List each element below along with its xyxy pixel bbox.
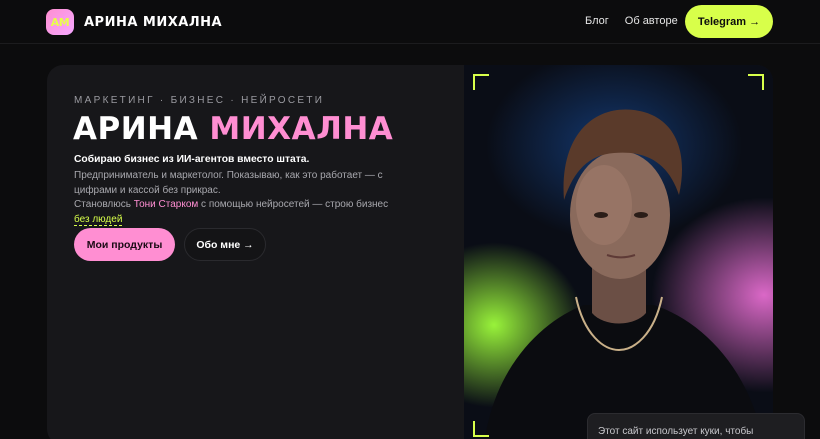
site-header: АМ АРИНА МИХАЛНА Блог Об авторе Telegram… bbox=[0, 0, 820, 44]
hero-desc-line2-mid: с помощью нейросетей — строю бизнес bbox=[198, 199, 389, 210]
hero-lead: Собираю бизнес из ИИ-агентов вместо штат… bbox=[74, 154, 310, 165]
frame-corner-bottom-left bbox=[473, 421, 489, 437]
hero-card: МАРКЕТИНГ · БИЗНЕС · НЕЙРОСЕТИ АРИНА МИХ… bbox=[47, 65, 773, 439]
nav-link-about-author[interactable]: Об авторе bbox=[625, 15, 678, 27]
hero-description: Предприниматель и маркетолог. Показываю,… bbox=[74, 169, 394, 227]
author-photo bbox=[464, 65, 773, 439]
logo-text: АРИНА МИХАЛНА bbox=[84, 14, 223, 30]
about-me-button[interactable]: Обо мне → bbox=[184, 228, 266, 261]
telegram-button[interactable]: Telegram → bbox=[685, 5, 773, 38]
logo-badge-icon: АМ bbox=[46, 9, 74, 35]
page: АМ АРИНА МИХАЛНА Блог Об авторе Telegram… bbox=[0, 0, 820, 439]
hero-desc-line2-pre: Становлюсь bbox=[74, 199, 134, 210]
nav-link-blog[interactable]: Блог bbox=[585, 15, 609, 27]
logo[interactable]: АМ АРИНА МИХАЛНА bbox=[46, 9, 222, 35]
frame-corner-top-left bbox=[473, 74, 489, 90]
cookie-text: Этот сайт использует куки, чтобы bbox=[598, 426, 754, 437]
main-nav: Блог Об авторе bbox=[585, 15, 678, 27]
cookie-banner[interactable]: Этот сайт использует куки, чтобы bbox=[587, 413, 805, 439]
without-people-link[interactable]: без людей bbox=[74, 213, 123, 226]
frame-corner-top-right bbox=[748, 74, 764, 90]
hero-title: АРИНА МИХАЛНА bbox=[73, 109, 393, 149]
hero-title-first: АРИНА bbox=[73, 111, 210, 147]
portrait-illustration bbox=[484, 109, 763, 439]
hero-title-second: МИХАЛНА bbox=[209, 111, 394, 147]
tony-stark-link[interactable]: Тони Старком bbox=[134, 199, 199, 210]
hero-desc-line1: Предприниматель и маркетолог. Показываю,… bbox=[74, 170, 383, 196]
hero-tags: МАРКЕТИНГ · БИЗНЕС · НЕЙРОСЕТИ bbox=[74, 95, 325, 106]
my-products-button[interactable]: Мои продукты bbox=[74, 228, 175, 261]
